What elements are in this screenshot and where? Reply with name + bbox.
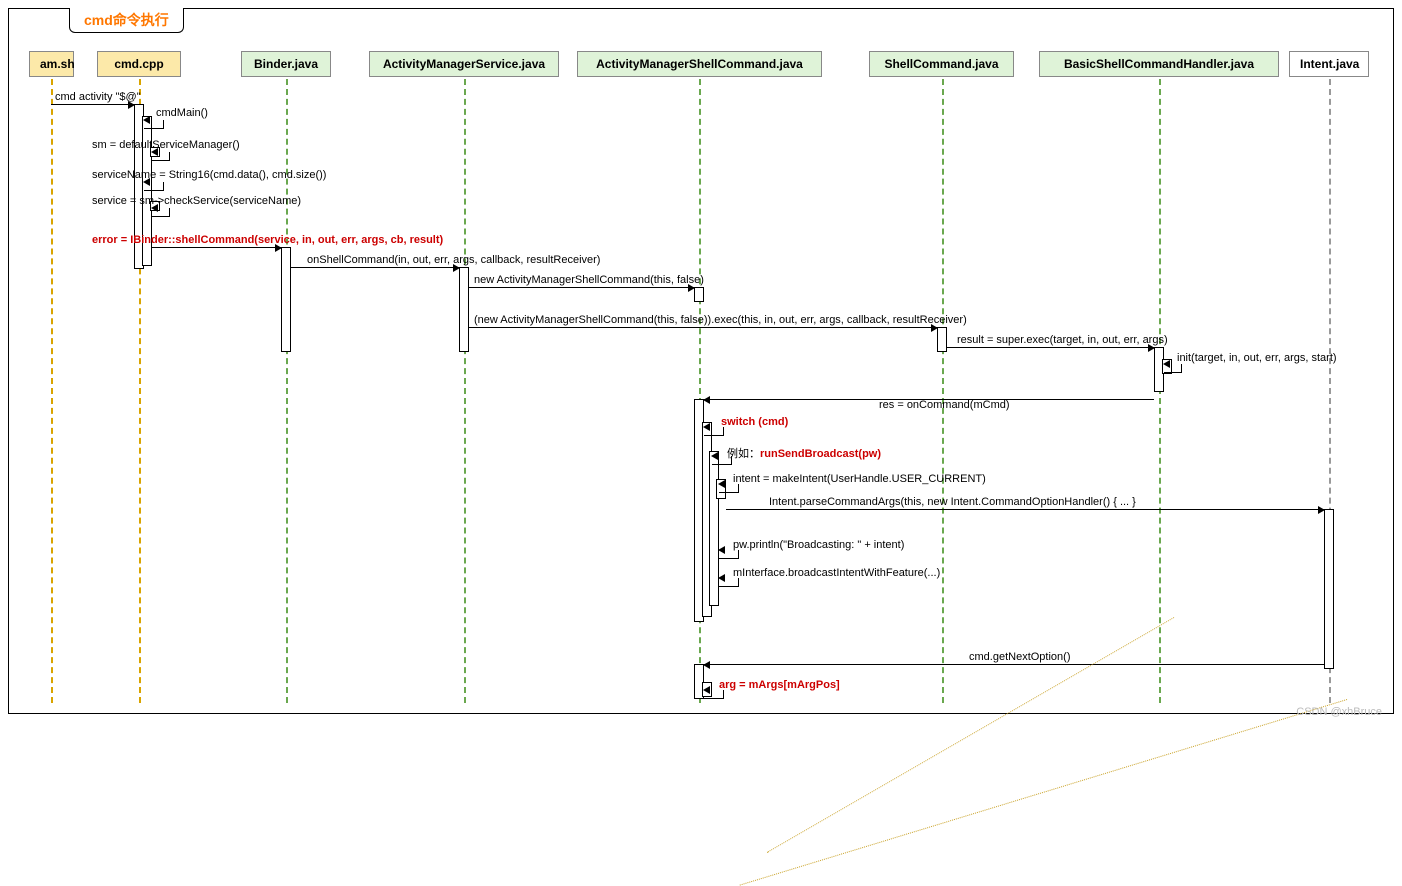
self-arrow xyxy=(144,182,164,191)
self-arrow xyxy=(152,152,170,161)
self-arrow xyxy=(712,456,732,465)
message: cmdMain() xyxy=(156,107,208,119)
self-arrow xyxy=(1164,364,1182,373)
self-arrow xyxy=(704,690,724,699)
activation xyxy=(1324,509,1334,669)
message: error = IBinder::shellCommand(service, i… xyxy=(92,234,443,246)
participant-sc: ShellCommand.java xyxy=(869,51,1014,77)
message: result = super.exec(target, in, out, err… xyxy=(957,334,1168,346)
arrow xyxy=(152,247,281,248)
activation xyxy=(709,451,719,606)
self-arrow xyxy=(719,550,739,559)
participant-bsch: BasicShellCommandHandler.java xyxy=(1039,51,1279,77)
message: new ActivityManagerShellCommand(this, fa… xyxy=(474,274,704,286)
activation xyxy=(281,247,291,352)
lifeline xyxy=(51,79,53,703)
self-arrow xyxy=(719,484,739,493)
message: intent = makeIntent(UserHandle.USER_CURR… xyxy=(733,473,986,485)
self-arrow xyxy=(704,427,724,436)
watermark: CSDN @xhBruce xyxy=(1296,706,1382,718)
participant-am: am.sh xyxy=(29,51,74,77)
message: pw.println("Broadcasting: " + intent) xyxy=(733,539,904,551)
diagram-title: cmd命令执行 xyxy=(69,8,184,33)
participant-binder: Binder.java xyxy=(241,51,331,77)
return-dash xyxy=(740,699,1348,886)
lifeline xyxy=(464,79,466,703)
message: serviceName = String16(cmd.data(), cmd.s… xyxy=(92,169,326,181)
message: sm = defaultServiceManager() xyxy=(92,139,240,151)
message: arg = mArgs[mArgPos] xyxy=(719,679,840,691)
arrow xyxy=(704,399,1154,400)
self-arrow xyxy=(144,120,164,129)
participant-ams: ActivityManagerService.java xyxy=(369,51,559,77)
participant-intent: Intent.java xyxy=(1289,51,1369,77)
activation xyxy=(694,287,704,302)
message: mInterface.broadcastIntentWithFeature(..… xyxy=(733,567,940,579)
message: Intent.parseCommandArgs(this, new Intent… xyxy=(769,496,1136,508)
arrow xyxy=(726,509,1324,510)
arrow xyxy=(51,104,134,105)
arrow xyxy=(947,347,1154,348)
self-arrow xyxy=(152,208,170,217)
participant-amsc: ActivityManagerShellCommand.java xyxy=(577,51,822,77)
participant-cmd: cmd.cpp xyxy=(97,51,181,77)
arrow xyxy=(291,267,459,268)
lifeline xyxy=(942,79,944,703)
message: 例如：runSendBroadcast(pw) xyxy=(727,445,881,461)
message: cmd.getNextOption() xyxy=(969,651,1070,663)
message: init(target, in, out, err, args, start) xyxy=(1177,352,1337,364)
message: switch (cmd) xyxy=(721,416,788,428)
arrow xyxy=(469,287,694,288)
message: res = onCommand(mCmd) xyxy=(879,399,1010,411)
activation xyxy=(459,267,469,352)
arrow xyxy=(469,327,937,328)
self-arrow xyxy=(719,578,739,587)
message: service = sm->checkService(serviceName) xyxy=(92,195,301,207)
arrow xyxy=(704,664,1324,665)
message: (new ActivityManagerShellCommand(this, f… xyxy=(474,314,967,326)
activation xyxy=(937,327,947,352)
